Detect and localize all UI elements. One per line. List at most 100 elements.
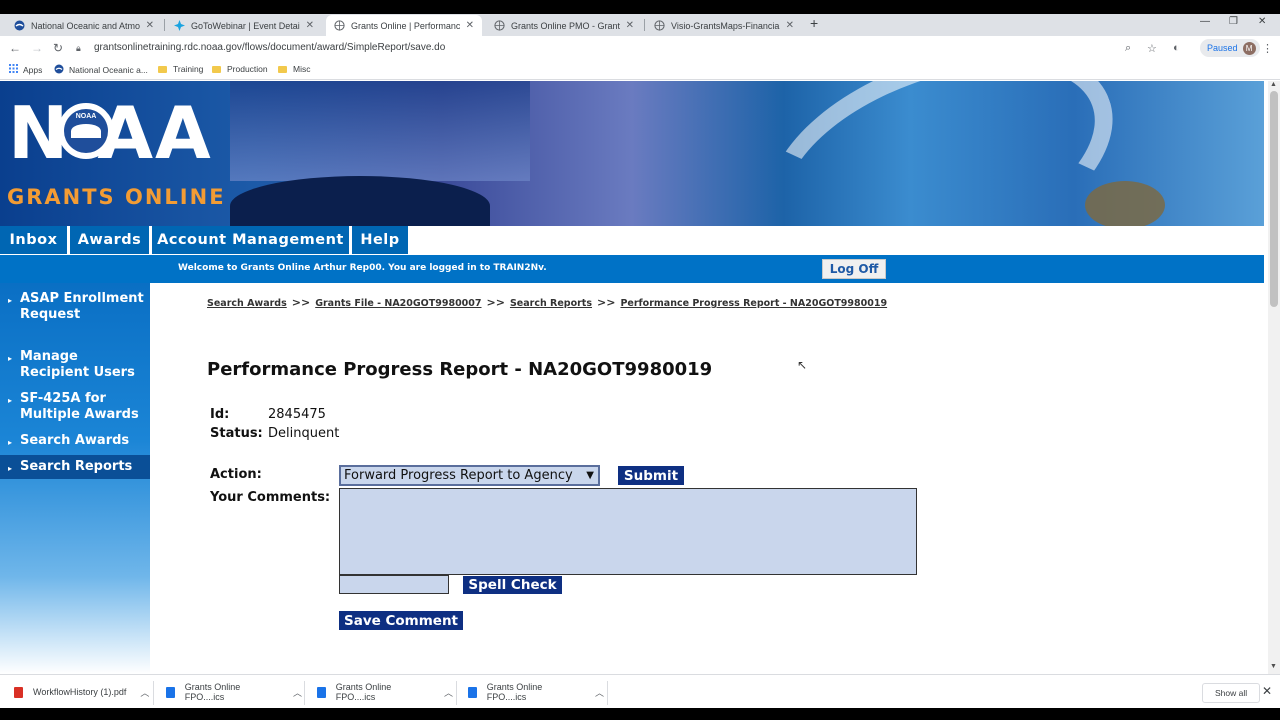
log-off-button[interactable]: Log Off	[822, 259, 886, 279]
sidebar-item-search-reports[interactable]: ▸ Search Reports	[0, 455, 150, 479]
page-title: Performance Progress Report - NA20GOT998…	[207, 359, 713, 380]
address-bar[interactable]: grantsonlinetraining.rdc.noaa.gov/flows/…	[94, 42, 445, 53]
forward-icon[interactable]: →	[31, 41, 43, 55]
welcome-bar: Welcome to Grants Online Arthur Rep00. Y…	[0, 255, 1264, 283]
save-comment-button[interactable]: Save Comment	[339, 611, 463, 630]
breadcrumb-grants-file[interactable]: Grants File - NA20GOT9980007	[315, 298, 481, 309]
tab-divider	[644, 19, 645, 31]
sidebar-item-search-awards[interactable]: ▸ Search Awards	[8, 433, 148, 449]
bookmark-label: Training	[173, 64, 204, 74]
nav-help[interactable]: Help	[352, 226, 408, 254]
window-close-icon[interactable]: ✕	[1258, 16, 1266, 27]
sidebar-item-label: Search Awards	[20, 433, 130, 448]
bookmark-misc[interactable]: Misc	[278, 64, 310, 74]
sidebar-item-asap-enrollment[interactable]: ▸ ASAP Enrollment Request	[8, 291, 148, 323]
noaa-icon	[54, 64, 64, 76]
back-icon[interactable]: ←	[9, 41, 21, 55]
extension-icon[interactable]: ◐	[1173, 42, 1180, 54]
breadcrumb-search-reports[interactable]: Search Reports	[510, 298, 592, 309]
noaa-bird-icon	[71, 124, 101, 138]
bookmark-label: National Oceanic a...	[69, 65, 148, 75]
close-icon[interactable]: ✕	[626, 20, 634, 31]
sidebar-item-manage-users[interactable]: ▸ Manage Recipient Users	[8, 349, 148, 381]
lock-icon[interactable]: 🔒︎	[76, 43, 81, 54]
chevron-up-icon[interactable]: ︿	[293, 686, 302, 699]
browser-tab-strip: National Oceanic and Atmosphe ✕ GoToWebi…	[0, 14, 1280, 36]
download-divider	[304, 681, 305, 705]
status-value: Delinquent	[268, 426, 340, 441]
breadcrumb-separator: >>	[291, 296, 311, 309]
comments-textarea[interactable]	[339, 488, 917, 575]
status-label: Status:	[210, 426, 263, 441]
scroll-down-icon[interactable]: ▼	[1270, 663, 1277, 670]
folder-icon	[158, 65, 167, 73]
bookmark-training[interactable]: Training	[158, 64, 203, 74]
bookmarks-bar: Apps National Oceanic a... Training Prod…	[0, 60, 1280, 80]
tab-noaa[interactable]: National Oceanic and Atmosphe ✕	[6, 15, 162, 36]
submit-button[interactable]: Submit	[618, 466, 684, 485]
breadcrumb-separator: >>	[486, 296, 505, 309]
tab-label: National Oceanic and Atmosphe	[31, 20, 140, 31]
breadcrumb-current-report[interactable]: Performance Progress Report - NA20GOT998…	[620, 298, 887, 309]
reload-icon[interactable]: ↻	[53, 41, 63, 55]
top-black-strip	[0, 0, 1280, 14]
minimize-icon[interactable]: —	[1200, 16, 1210, 27]
download-item-ics[interactable]: Grants Online FPO....ics ︿	[468, 679, 604, 705]
welcome-message: Welcome to Grants Online Arthur Rep00. Y…	[178, 263, 547, 273]
nav-awards[interactable]: Awards	[70, 226, 149, 254]
sidebar-item-label: Manage Recipient Users	[20, 349, 135, 380]
download-filename: Grants Online FPO....ics	[335, 682, 392, 702]
banner-land-image	[230, 176, 490, 226]
scroll-up-icon[interactable]: ▲	[1270, 81, 1277, 88]
breadcrumb: Search Awards >> Grants File - NA20GOT9980…	[207, 296, 887, 309]
bookmark-noaa[interactable]: National Oceanic a...	[54, 64, 148, 76]
tab-visio[interactable]: Visio-GrantsMaps-Financial -v4.2 ✕	[646, 15, 802, 36]
download-item-pdf[interactable]: WorkflowHistory (1).pdf ︿	[14, 679, 150, 705]
spell-check-button[interactable]: Spell Check	[463, 576, 562, 594]
sidebar-item-sf425a[interactable]: ▸ SF-425A for Multiple Awards	[8, 391, 148, 423]
close-icon[interactable]: ✕	[466, 20, 474, 31]
bookmark-production[interactable]: Production	[212, 64, 268, 74]
download-filename: Grants Online FPO....ics	[486, 682, 543, 702]
tab-grants-online-active[interactable]: Grants Online | Performance Pro ✕	[326, 15, 482, 36]
tab-grants-pmo[interactable]: Grants Online PMO - Grants Onl ✕	[486, 15, 642, 36]
web-page: N AA NOAA GRANTS ONLINE Inbox Awards Acc…	[0, 81, 1268, 674]
content-corner	[150, 283, 170, 303]
action-label: Action:	[210, 467, 262, 482]
chevron-up-icon[interactable]: ︿	[140, 686, 149, 699]
chevron-up-icon[interactable]: ︿	[595, 686, 604, 699]
bookmark-apps[interactable]: Apps	[9, 64, 42, 75]
restore-icon[interactable]: ❐	[1229, 16, 1238, 27]
chevron-up-icon[interactable]: ︿	[444, 686, 453, 699]
close-icon[interactable]: ✕	[306, 20, 314, 31]
new-tab-button[interactable]: +	[810, 15, 818, 31]
browser-toolbar: ← → ↻ 🔒︎ grantsonlinetraining.rdc.noaa.g…	[0, 36, 1280, 60]
close-icon[interactable]: ✕	[1262, 684, 1272, 698]
comments-char-counter[interactable]	[339, 575, 449, 594]
nav-account-management[interactable]: Account Management	[152, 226, 349, 254]
close-icon[interactable]: ✕	[146, 20, 154, 31]
tab-label: Grants Online PMO - Grants Onl	[511, 20, 620, 31]
action-select[interactable]: Forward Progress Report to Agency ▼	[339, 465, 600, 486]
download-item-ics[interactable]: Grants Online FPO....ics ︿	[166, 679, 302, 705]
zoom-icon[interactable]: ⌕	[1125, 42, 1131, 55]
menu-kebab-icon[interactable]: ⋮	[1262, 42, 1273, 55]
star-icon[interactable]: ☆	[1147, 42, 1157, 55]
profile-button[interactable]: Paused M	[1200, 39, 1260, 57]
close-icon[interactable]: ✕	[786, 20, 794, 31]
scrollbar-thumb[interactable]	[1270, 91, 1278, 307]
breadcrumb-search-awards[interactable]: Search Awards	[207, 298, 287, 309]
downloads-bar: WorkflowHistory (1).pdf ︿ Grants Online …	[0, 674, 1280, 708]
globe-icon	[494, 20, 505, 31]
download-item-ics[interactable]: Grants Online FPO....ics ︿	[317, 679, 453, 705]
noaa-logo-text: NOAA	[75, 113, 97, 120]
calendar-file-icon	[317, 686, 326, 698]
page-scrollbar[interactable]: ▲ ▼	[1268, 81, 1280, 674]
noaa-logo: NOAA	[58, 103, 114, 159]
id-label: Id:	[210, 407, 230, 422]
id-value: 2845475	[268, 407, 326, 422]
show-all-downloads-button[interactable]: Show all	[1202, 683, 1261, 703]
nav-inbox[interactable]: Inbox	[0, 226, 67, 254]
sidebar-item-label: SF-425A for Multiple Awards	[20, 391, 139, 422]
tab-gotowebinar[interactable]: GoToWebinar | Event Details ✕	[166, 15, 322, 36]
